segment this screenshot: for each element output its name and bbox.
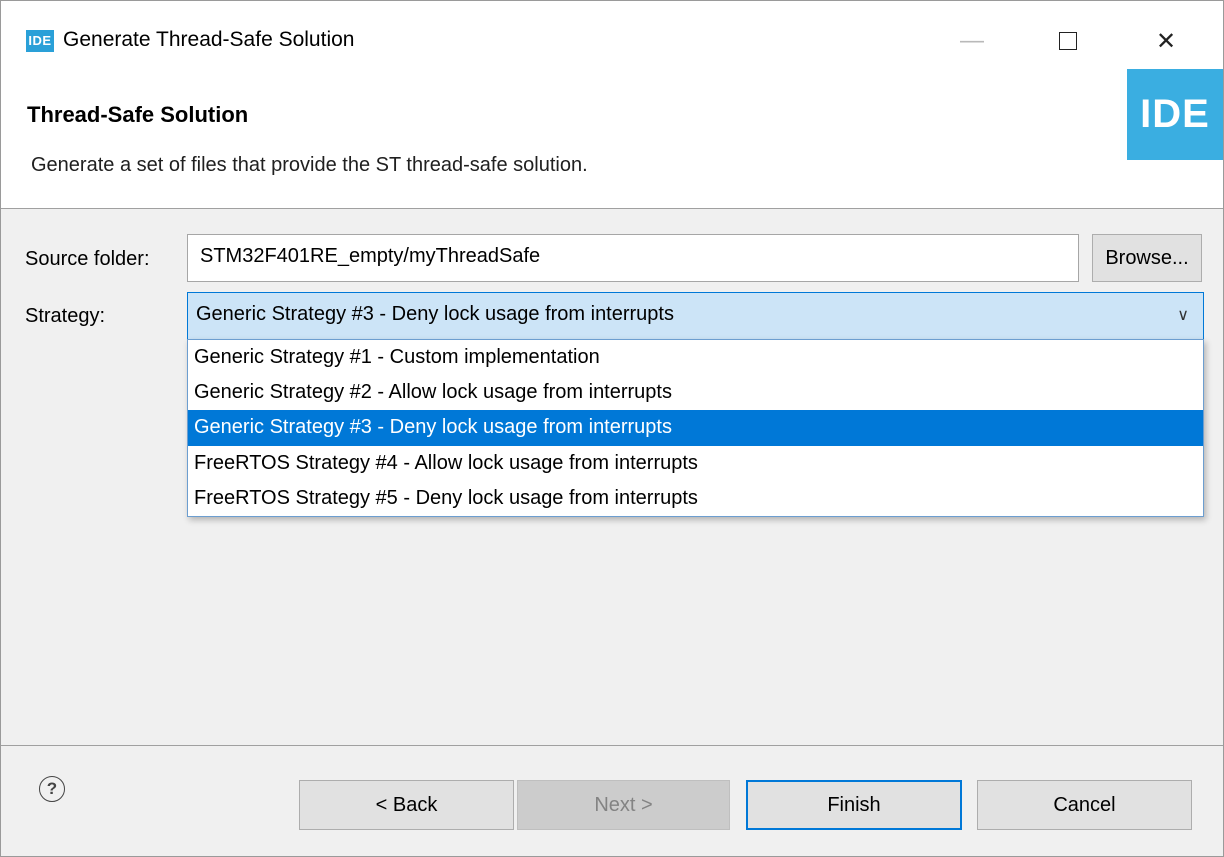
strategy-option[interactable]: FreeRTOS Strategy #4 - Allow lock usage …	[188, 446, 1203, 481]
cancel-button[interactable]: Cancel	[977, 780, 1192, 830]
chevron-down-icon[interactable]: ∨	[1177, 305, 1189, 325]
strategy-label: Strategy:	[25, 305, 106, 327]
source-folder-label: Source folder:	[25, 248, 150, 270]
strategy-option[interactable]: FreeRTOS Strategy #5 - Deny lock usage f…	[188, 481, 1203, 516]
maximize-button[interactable]	[1035, 1, 1101, 81]
strategy-option[interactable]: Generic Strategy #2 - Allow lock usage f…	[188, 375, 1203, 410]
page-description: Generate a set of files that provide the…	[31, 154, 588, 176]
source-folder-input[interactable]: STM32F401RE_empty/myThreadSafe	[187, 234, 1079, 282]
wizard-header: Thread-Safe Solution Generate a set of f…	[1, 69, 1223, 209]
back-button[interactable]: < Back	[299, 780, 514, 830]
strategy-selected-value: Generic Strategy #3 - Deny lock usage fr…	[196, 303, 674, 325]
minimize-button[interactable]: —	[939, 1, 1005, 81]
help-icon[interactable]: ?	[39, 776, 65, 802]
minimize-icon: —	[960, 27, 984, 54]
ide-logo-icon: IDE	[26, 30, 54, 52]
page-title: Thread-Safe Solution	[27, 102, 249, 127]
strategy-dropdown-list: Generic Strategy #1 - Custom implementat…	[187, 339, 1204, 517]
title-bar: IDE Generate Thread-Safe Solution — ✕	[1, 1, 1223, 81]
maximize-icon	[1059, 32, 1077, 50]
next-button: Next >	[517, 780, 730, 830]
window-title: Generate Thread-Safe Solution	[63, 28, 355, 51]
wizard-banner-logo: IDE	[1127, 69, 1223, 160]
finish-button[interactable]: Finish	[746, 780, 962, 830]
strategy-option[interactable]: Generic Strategy #1 - Custom implementat…	[188, 340, 1203, 375]
footer-divider	[1, 745, 1223, 746]
strategy-combo[interactable]: Generic Strategy #3 - Deny lock usage fr…	[187, 292, 1204, 340]
wizard-dialog: IDE Generate Thread-Safe Solution — ✕ Th…	[0, 0, 1224, 857]
close-icon: ✕	[1155, 27, 1177, 55]
strategy-option-selected[interactable]: Generic Strategy #3 - Deny lock usage fr…	[188, 410, 1203, 446]
browse-button[interactable]: Browse...	[1092, 234, 1202, 282]
